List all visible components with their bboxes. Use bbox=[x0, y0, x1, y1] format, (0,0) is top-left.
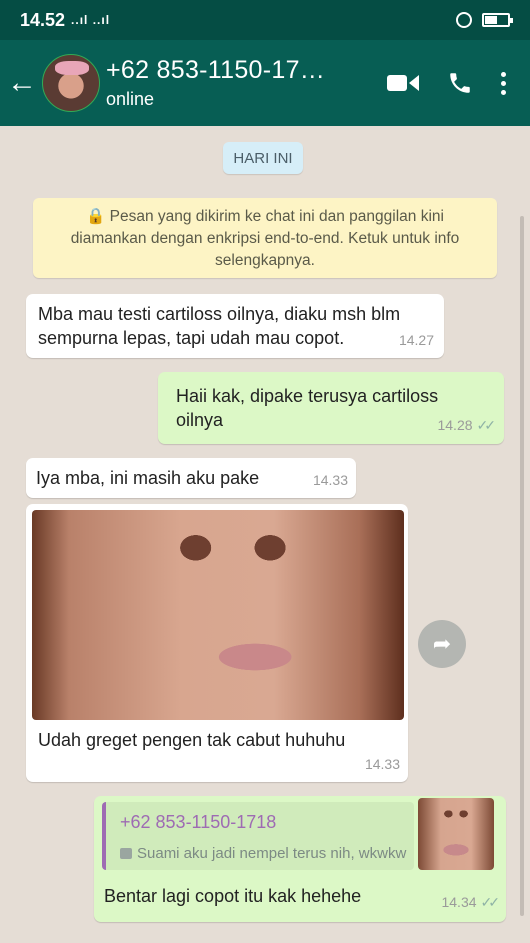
arrow-left-icon[interactable]: ← bbox=[2, 66, 42, 100]
contact-status: online bbox=[106, 89, 155, 109]
quoted-thumbnail bbox=[418, 798, 494, 870]
status-time: 14.52 bbox=[20, 9, 66, 30]
contact-info[interactable]: +62 853-1150-17… online bbox=[106, 56, 325, 110]
message-photo[interactable] bbox=[32, 510, 404, 720]
quoted-text: Suami aku jadi nempel terus nih, wkwkw bbox=[120, 842, 406, 866]
quoted-message[interactable]: +62 853-1150-1718 Suami aku jadi nempel … bbox=[102, 802, 414, 870]
message-incoming[interactable]: Iya mba, ini masih aku pake 14.33 bbox=[26, 458, 356, 498]
message-time-label: 14.28 bbox=[437, 417, 473, 433]
share-forward-icon[interactable]: ➦ bbox=[418, 620, 466, 668]
scrollbar[interactable] bbox=[520, 216, 524, 916]
message-text: Bentar lagi copot itu kak hehehe bbox=[104, 886, 362, 906]
more-vertical-icon[interactable] bbox=[501, 71, 506, 95]
signal-icon: ..ıl ..ıl bbox=[71, 13, 111, 27]
message-time-label: 14.34 bbox=[441, 894, 477, 910]
double-check-icon: ✓✓ bbox=[476, 417, 497, 433]
message-time: 14.34 ✓✓ bbox=[441, 890, 501, 914]
rotation-lock-icon bbox=[456, 12, 472, 28]
date-chip: HARI INI bbox=[223, 142, 303, 174]
status-bar: 14.52 ..ıl ..ıl bbox=[0, 0, 530, 40]
message-incoming[interactable]: Mba mau testi cartiloss oilnya, diaku ms… bbox=[26, 294, 444, 358]
photo-icon bbox=[120, 848, 132, 859]
encryption-notice[interactable]: 🔒 Pesan yang dikirim ke chat ini dan pan… bbox=[33, 198, 497, 278]
message-time: 14.28 ✓✓ bbox=[437, 413, 497, 437]
quoted-sender: +62 853-1150-1718 bbox=[120, 812, 277, 832]
double-check-icon: ✓✓ bbox=[480, 894, 501, 910]
battery-icon bbox=[482, 13, 513, 27]
message-text: Mba mau testi cartiloss oilnya, diaku ms… bbox=[38, 304, 401, 348]
contact-name: +62 853-1150-17… bbox=[106, 56, 326, 84]
message-image[interactable]: Udah greget pengen tak cabut huhuhu 14.3… bbox=[26, 504, 408, 782]
message-time: 14.33 bbox=[312, 472, 348, 488]
message-outgoing[interactable]: Haii kak, dipake terusya cartiloss oilny… bbox=[158, 372, 504, 444]
quoted-text-label: Suami aku jadi nempel terus nih, wkwkw bbox=[137, 845, 407, 862]
chat-header: ← +62 853-1150-17… online bbox=[0, 40, 530, 126]
message-text: Iya mba, ini masih aku pake bbox=[36, 468, 260, 488]
video-call-icon[interactable] bbox=[387, 72, 419, 94]
phone-icon[interactable] bbox=[447, 70, 473, 96]
message-text: Haii kak, dipake terusya cartiloss oilny… bbox=[176, 386, 439, 430]
avatar[interactable] bbox=[42, 54, 100, 112]
chat-area[interactable]: HARI INI 🔒 Pesan yang dikirim ke chat in… bbox=[0, 126, 530, 943]
message-time: 14.27 bbox=[398, 332, 434, 348]
message-outgoing-reply[interactable]: +62 853-1150-1718 Suami aku jadi nempel … bbox=[94, 796, 506, 922]
message-time: 14.33 bbox=[364, 756, 400, 772]
image-caption: Udah greget pengen tak cabut huhuhu bbox=[38, 730, 346, 750]
